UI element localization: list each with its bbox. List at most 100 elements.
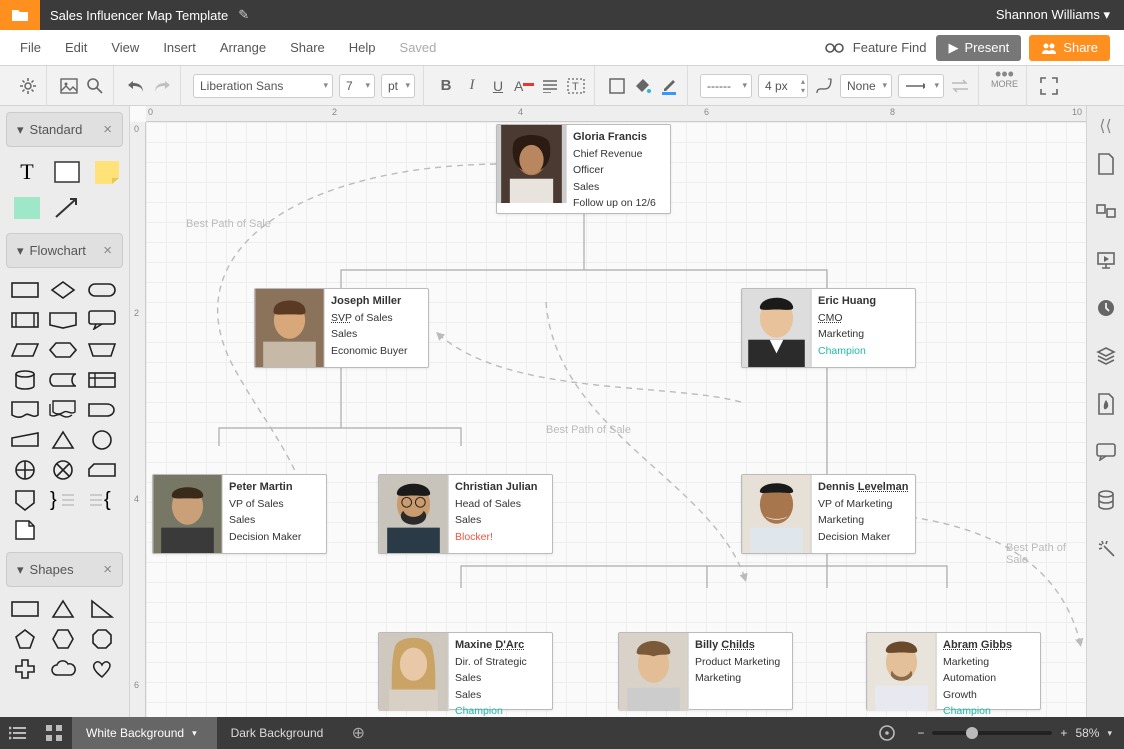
sh-tri[interactable]: [48, 597, 78, 621]
close-icon[interactable]: ×: [103, 121, 112, 138]
line-path-icon[interactable]: [814, 76, 834, 96]
fc-decision[interactable]: [48, 278, 78, 302]
fc-brace-l[interactable]: }: [48, 488, 78, 512]
tab-white[interactable]: White Background▾: [72, 717, 217, 749]
fc-db[interactable]: [10, 368, 40, 392]
shape-sticky[interactable]: [90, 157, 124, 187]
fc-data[interactable]: [10, 338, 40, 362]
search-icon[interactable]: [85, 76, 105, 96]
sh-rtri[interactable]: [87, 597, 117, 621]
canvas[interactable]: Best Path of Sale Best Path of Sale Best…: [146, 122, 1086, 726]
share-button[interactable]: Share: [1029, 35, 1110, 61]
present-button[interactable]: ▶ Present: [936, 35, 1021, 61]
card-maxine[interactable]: Maxine D'ArcDir. of Strategic SalesSales…: [378, 632, 553, 710]
arrow-end[interactable]: ▾: [898, 74, 944, 98]
bold-icon[interactable]: B: [436, 76, 456, 96]
card-eric[interactable]: Eric HuangCMOMarketingChampion: [741, 288, 916, 368]
menu-share[interactable]: Share: [278, 40, 337, 55]
dock-present-icon[interactable]: [1087, 236, 1124, 284]
dock-data-icon[interactable]: [1087, 476, 1124, 524]
fc-brace-r[interactable]: {: [87, 488, 117, 512]
menu-file[interactable]: File: [8, 40, 53, 55]
border-color-icon[interactable]: [659, 76, 679, 96]
text-box-icon[interactable]: T: [566, 76, 586, 96]
undo-icon[interactable]: [126, 76, 146, 96]
card-peter[interactable]: Peter MartinVP of SalesSalesDecision Mak…: [152, 474, 327, 554]
dock-wand-icon[interactable]: [1087, 524, 1124, 572]
dock-chat-icon[interactable]: [1087, 428, 1124, 476]
fc-or[interactable]: [48, 458, 78, 482]
target-icon[interactable]: [869, 717, 905, 749]
fc-extract[interactable]: [48, 428, 78, 452]
collapse-dock-icon[interactable]: ⟨⟨: [1087, 112, 1124, 140]
fc-input[interactable]: [10, 428, 40, 452]
image-icon[interactable]: [59, 76, 79, 96]
grid-view-icon[interactable]: [36, 717, 72, 749]
fc-terminator[interactable]: [87, 278, 117, 302]
fc-multi[interactable]: [48, 398, 78, 422]
more-menu[interactable]: •••: [995, 69, 1014, 80]
dock-layers-icon[interactable]: [1087, 332, 1124, 380]
tab-dark[interactable]: Dark Background: [217, 717, 344, 749]
dock-comment-icon[interactable]: [1087, 188, 1124, 236]
section-standard[interactable]: ▾ Standard×: [6, 112, 123, 147]
sh-heart[interactable]: [87, 657, 117, 681]
section-flowchart[interactable]: ▾ Flowchart×: [6, 233, 123, 268]
fc-display[interactable]: [48, 308, 78, 332]
font-select[interactable]: Liberation Sans▾: [193, 74, 333, 98]
dock-history-icon[interactable]: [1087, 284, 1124, 332]
line-width[interactable]: 4 px▴▾: [758, 74, 808, 98]
shape-fill-icon[interactable]: [607, 76, 627, 96]
rename-icon[interactable]: ✎: [238, 7, 249, 23]
add-page-button[interactable]: ⊕: [343, 723, 373, 743]
fc-process[interactable]: [10, 278, 40, 302]
fc-doc[interactable]: [10, 398, 40, 422]
font-size[interactable]: 7▾: [339, 74, 375, 98]
zoom-level[interactable]: 58%: [1075, 726, 1099, 740]
dock-drop-icon[interactable]: [1087, 380, 1124, 428]
section-shapes[interactable]: ▾ Shapes×: [6, 552, 123, 587]
dock-page-icon[interactable]: [1087, 140, 1124, 188]
menu-edit[interactable]: Edit: [53, 40, 99, 55]
fc-stored[interactable]: [48, 368, 78, 392]
fc-card[interactable]: [87, 458, 117, 482]
zoom-slider[interactable]: [932, 731, 1052, 735]
fc-manual[interactable]: [87, 338, 117, 362]
sh-cloud[interactable]: [48, 657, 78, 681]
close-icon[interactable]: ×: [103, 242, 112, 259]
line-style[interactable]: ------▾: [700, 74, 752, 98]
card-dennis[interactable]: Dennis LevelmanVP of MarketingMarketingD…: [741, 474, 916, 554]
font-unit[interactable]: pt▾: [381, 74, 415, 98]
fc-offpage[interactable]: [10, 488, 40, 512]
redo-icon[interactable]: [152, 76, 172, 96]
shape-fill[interactable]: [10, 193, 44, 223]
shape-rect[interactable]: [50, 157, 84, 187]
fc-predef[interactable]: [10, 308, 40, 332]
zoom-out[interactable]: −: [917, 726, 924, 740]
align-icon[interactable]: [540, 76, 560, 96]
fc-callout[interactable]: [87, 308, 117, 332]
menu-insert[interactable]: Insert: [151, 40, 208, 55]
menu-view[interactable]: View: [99, 40, 151, 55]
sh-oct[interactable]: [87, 627, 117, 651]
card-christian[interactable]: Christian JulianHead of SalesSalesBlocke…: [378, 474, 553, 554]
menu-arrange[interactable]: Arrange: [208, 40, 278, 55]
fc-hex[interactable]: [48, 338, 78, 362]
arrow-start[interactable]: None▾: [840, 74, 892, 98]
fc-sum[interactable]: [10, 458, 40, 482]
card-abram[interactable]: Abram GibbsMarketing AutomationGrowthCha…: [866, 632, 1041, 710]
settings-icon[interactable]: [18, 76, 38, 96]
shape-text[interactable]: T: [10, 157, 44, 187]
fullscreen-icon[interactable]: [1039, 76, 1059, 96]
shape-arrow[interactable]: [50, 193, 84, 223]
text-color-icon[interactable]: A: [514, 76, 534, 96]
sh-rect[interactable]: [10, 597, 40, 621]
paint-icon[interactable]: [633, 76, 653, 96]
sh-cross[interactable]: [10, 657, 40, 681]
list-view-icon[interactable]: [0, 717, 36, 749]
sh-pent[interactable]: [10, 627, 40, 651]
fc-connector[interactable]: [87, 428, 117, 452]
italic-icon[interactable]: I: [462, 76, 482, 96]
sh-hex[interactable]: [48, 627, 78, 651]
underline-icon[interactable]: U: [488, 76, 508, 96]
